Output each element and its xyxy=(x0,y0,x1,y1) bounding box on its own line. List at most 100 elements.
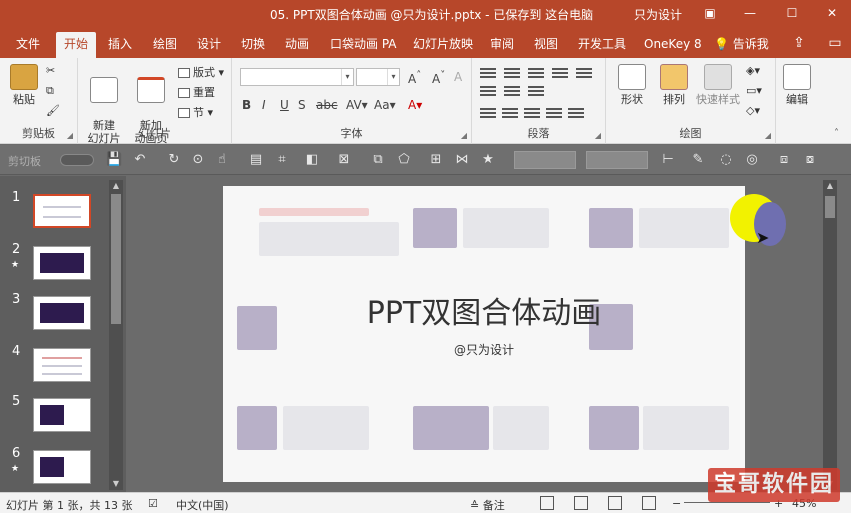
tab-transitions[interactable]: 切换 xyxy=(233,32,273,58)
decrease-indent-icon[interactable] xyxy=(528,66,544,78)
slide-scrollbar[interactable]: ▲ ▼ xyxy=(823,180,837,490)
touch-mode-icon[interactable]: ☝ xyxy=(214,152,230,168)
tab-tell-me[interactable]: 💡 告诉我 xyxy=(706,32,777,58)
increase-indent-icon[interactable] xyxy=(552,66,568,78)
tab-design[interactable]: 设计 xyxy=(189,32,229,58)
shape-fill-icon[interactable]: ◈▾ xyxy=(746,64,760,77)
current-slide[interactable]: PPT双图合体动画 @只为设计 xyxy=(223,186,745,482)
maximize-icon[interactable]: ☐ xyxy=(782,4,802,22)
slide-subtitle[interactable]: @只为设计 xyxy=(223,341,745,358)
quick-styles-button[interactable]: 快速样式 xyxy=(694,64,742,106)
tab-animations[interactable]: 动画 xyxy=(277,32,317,58)
reset-button[interactable]: 重置 xyxy=(178,84,215,100)
spellcheck-icon[interactable]: ☑ xyxy=(148,497,158,510)
save-icon[interactable]: 💾 xyxy=(106,152,122,168)
picture-icon[interactable]: ⊠ xyxy=(336,152,352,168)
tab-pocket-animation[interactable]: 口袋动画 PA xyxy=(322,32,405,58)
share-icon[interactable]: ⇪ xyxy=(790,34,808,52)
shape-effects-icon[interactable]: ◇▾ xyxy=(746,104,760,117)
editing-button[interactable]: 编辑 xyxy=(780,64,814,106)
char-spacing-icon[interactable]: AV▾ xyxy=(346,98,368,112)
tab-onekey[interactable]: OneKey 8 xyxy=(636,32,710,58)
font-color-icon[interactable]: A▾ xyxy=(408,98,422,112)
shapes-button[interactable]: 形状 xyxy=(612,64,652,106)
strikethrough-icon[interactable]: abc xyxy=(316,98,338,112)
slide-thumbnail-1[interactable] xyxy=(33,194,91,228)
paragraph-launcher-icon[interactable]: ◢ xyxy=(595,131,601,140)
scroll-down-icon[interactable]: ▼ xyxy=(109,478,123,490)
slide-sorter-icon[interactable] xyxy=(574,496,588,510)
clipboard-launcher-icon[interactable]: ◢ xyxy=(67,131,73,140)
comment-icon[interactable]: ▭ xyxy=(826,34,844,52)
cut-icon[interactable]: ✂ xyxy=(46,64,55,77)
group-objects-icon[interactable]: ⧉ xyxy=(370,152,386,168)
color-swatch-icon[interactable]: ◧ xyxy=(304,152,320,168)
send-backward-icon[interactable]: ⧇ xyxy=(802,152,818,168)
slide-thumbnail-5[interactable] xyxy=(33,398,91,432)
underline-icon[interactable]: U xyxy=(280,98,289,112)
tab-view[interactable]: 视图 xyxy=(526,32,566,58)
shadow-icon[interactable]: S xyxy=(298,98,306,112)
change-case-icon[interactable]: Aa▾ xyxy=(374,98,396,112)
align-icon[interactable]: ⊞ xyxy=(428,152,444,168)
slideshow-view-icon[interactable] xyxy=(642,496,656,510)
italic-icon[interactable]: I xyxy=(262,98,266,112)
normal-view-icon[interactable] xyxy=(540,496,554,510)
autosave-toggle[interactable] xyxy=(60,154,94,166)
minimize-icon[interactable]: — xyxy=(740,4,760,22)
slide-thumbnail-3[interactable] xyxy=(33,296,91,330)
scrollbar-thumb[interactable] xyxy=(111,194,121,324)
slide-thumbnail-2[interactable] xyxy=(33,246,91,280)
tab-file[interactable]: 文件 xyxy=(8,32,48,58)
eyedropper-icon[interactable]: ✎ xyxy=(690,152,706,168)
tab-slideshow[interactable]: 幻灯片放映 xyxy=(405,32,481,58)
align-left-icon[interactable] xyxy=(480,106,496,118)
bold-icon[interactable]: B xyxy=(242,98,251,112)
chevron-down-icon[interactable]: ▾ xyxy=(341,69,353,85)
line-spacing-icon[interactable] xyxy=(576,66,592,78)
slideshow-icon[interactable]: ⊙ xyxy=(190,152,206,168)
lasso-icon[interactable]: ◌ xyxy=(718,152,734,168)
reading-view-icon[interactable] xyxy=(608,496,622,510)
close-icon[interactable]: ✕ xyxy=(822,4,842,22)
crop-icon[interactable]: ⌗ xyxy=(274,152,290,168)
language-indicator[interactable]: 中文(中国) xyxy=(176,497,229,513)
font-name-combo[interactable]: ▾ xyxy=(240,68,354,86)
shape-edit-icon[interactable]: ⬠ xyxy=(396,152,412,168)
format-painter-icon[interactable]: 🖌 xyxy=(46,104,60,117)
justify-icon[interactable] xyxy=(546,106,562,118)
flip-icon[interactable]: ⋈ xyxy=(454,152,470,168)
collapse-ribbon-icon[interactable]: ˄ xyxy=(834,128,839,139)
align-text-icon[interactable] xyxy=(504,84,520,96)
shape-outline-icon[interactable]: ▭▾ xyxy=(746,84,762,97)
scroll-up-icon[interactable]: ▲ xyxy=(109,180,123,192)
scrollbar-thumb[interactable] xyxy=(825,196,835,218)
zoom-slider[interactable] xyxy=(684,502,770,503)
drawing-launcher-icon[interactable]: ◢ xyxy=(765,131,771,140)
bring-forward-icon[interactable]: ⧈ xyxy=(776,152,792,168)
zoom-out-icon[interactable]: − xyxy=(672,497,681,510)
ribbon-display-icon[interactable]: ▣ xyxy=(700,4,720,22)
layout-button[interactable]: 版式 ▾ xyxy=(178,64,224,80)
distribute-icon[interactable]: ⊢ xyxy=(660,152,676,168)
align-center-icon[interactable] xyxy=(502,106,518,118)
chevron-down-icon[interactable]: ▾ xyxy=(387,69,399,85)
tab-developer[interactable]: 开发工具 xyxy=(570,32,634,58)
font-size-combo[interactable]: ▾ xyxy=(356,68,400,86)
notes-button[interactable]: ≙ 备注 xyxy=(470,497,505,513)
width-spinner[interactable] xyxy=(586,151,648,169)
height-spinner[interactable] xyxy=(514,151,576,169)
copy-icon[interactable]: ⧉ xyxy=(46,84,54,98)
tab-review[interactable]: 审阅 xyxy=(482,32,522,58)
star-icon[interactable]: ★ xyxy=(480,152,496,168)
shrink-font-icon[interactable]: A˅ xyxy=(432,70,445,86)
undo-icon[interactable]: ↶ xyxy=(132,152,148,168)
text-box-icon[interactable]: ▤ xyxy=(248,152,264,168)
tab-home[interactable]: 开始 xyxy=(56,32,97,58)
redo-icon[interactable]: ↻ xyxy=(166,152,182,168)
section-button[interactable]: 节 ▾ xyxy=(178,104,213,120)
clear-format-icon[interactable]: A xyxy=(454,70,462,84)
tab-draw[interactable]: 绘图 xyxy=(145,32,185,58)
align-right-icon[interactable] xyxy=(524,106,540,118)
slide-thumbnail-6[interactable] xyxy=(33,450,91,484)
